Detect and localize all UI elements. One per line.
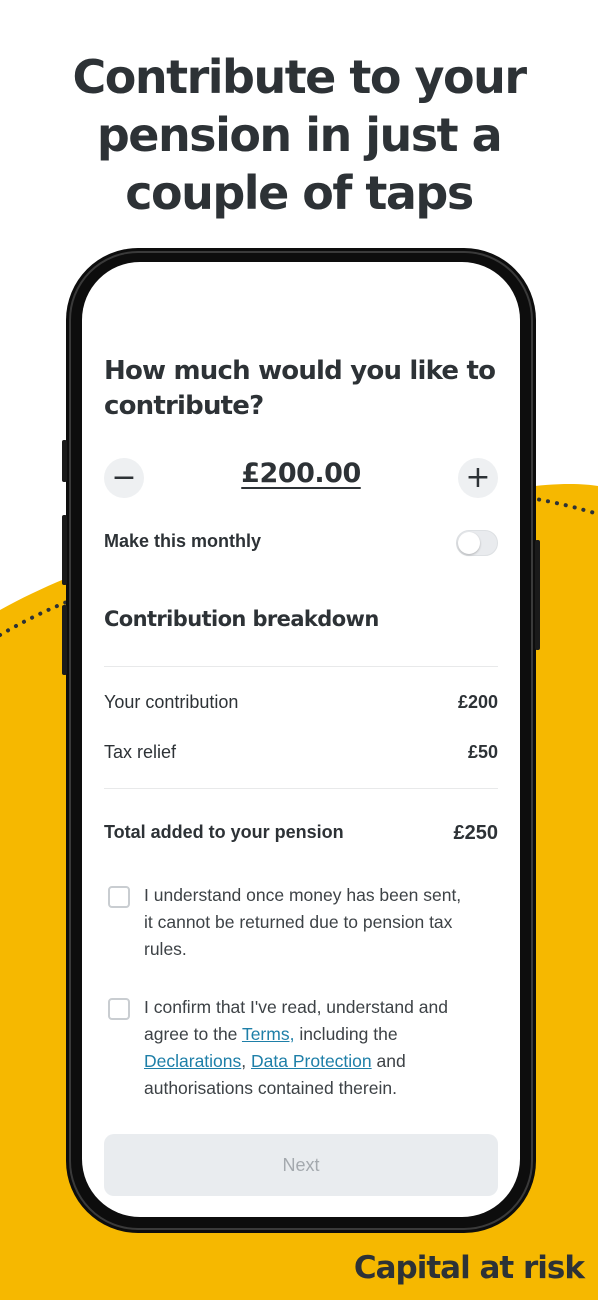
make-monthly-toggle[interactable] — [456, 530, 498, 556]
contribution-amount[interactable]: £200.00 — [104, 458, 498, 489]
row-label: Your contribution — [104, 692, 239, 712]
breakdown-row-total: Total added to your pension £250 — [104, 822, 498, 845]
total-label: Total added to your pension — [104, 822, 344, 842]
divider — [104, 788, 498, 789]
contribution-question: How much would you like to contribute? — [104, 356, 496, 421]
phone-silent-switch — [62, 440, 67, 482]
toggle-knob — [458, 532, 480, 554]
make-monthly-label: Make this monthly — [104, 531, 262, 551]
phone-volume-down-button — [62, 605, 67, 675]
increase-amount-button[interactable]: + — [458, 458, 498, 498]
capital-at-risk-note: Capital at risk — [353, 1250, 585, 1286]
terms-checkbox[interactable] — [108, 998, 130, 1020]
terms-text-comma: , — [241, 1051, 252, 1071]
row-value: £50 — [467, 742, 498, 762]
headline-line-1: Contribute to your — [72, 50, 527, 104]
total-value: £250 — [453, 822, 499, 844]
breakdown-row-tax-relief: Tax relief £50 — [104, 742, 498, 763]
breakdown-row-your-contribution: Your contribution £200 — [104, 692, 498, 713]
promo-headline: Contribute to your pension in just a cou… — [0, 48, 598, 222]
row-label: Tax relief — [104, 742, 177, 762]
terms-link[interactable]: Terms, — [242, 1024, 295, 1044]
phone-screen: How much would you like to contribute? −… — [82, 262, 520, 1217]
next-button[interactable]: Next — [104, 1134, 498, 1196]
headline-line-2: pension in just a — [96, 108, 503, 162]
declarations-link[interactable]: Declarations — [144, 1051, 241, 1071]
phone-volume-up-button — [62, 515, 67, 585]
terms-text-part-2: including the — [294, 1024, 398, 1044]
no-refund-checkbox[interactable] — [108, 886, 130, 908]
row-value: £200 — [457, 692, 498, 712]
no-refund-text: I understand once money has been sent, i… — [144, 885, 462, 959]
headline-line-3: couple of taps — [125, 166, 474, 220]
terms-text: I confirm that I've read, understand and… — [144, 994, 474, 1102]
data-protection-link[interactable]: Data Protection — [251, 1051, 372, 1071]
plus-icon: + — [465, 460, 491, 495]
divider — [104, 666, 498, 667]
phone-power-button — [535, 540, 540, 650]
breakdown-title: Contribution breakdown — [104, 607, 379, 631]
